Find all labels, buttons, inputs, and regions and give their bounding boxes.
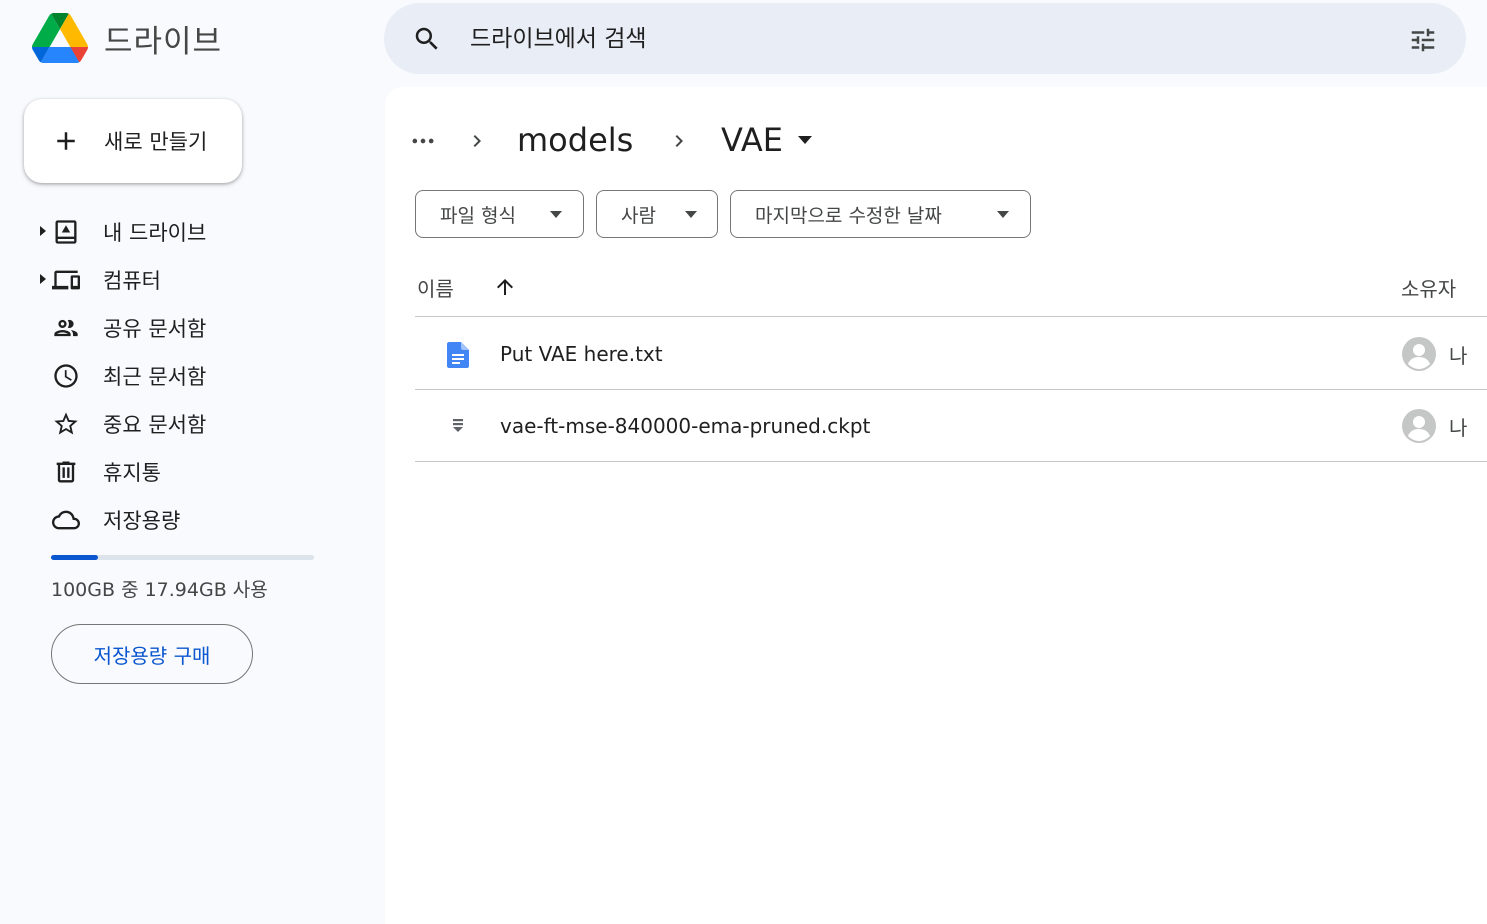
my-drive-icon (55, 220, 77, 244)
drive-app: 드라이브 새로 만들기 내 드라이브 컴퓨터 (0, 0, 1487, 924)
binary-file-icon (453, 419, 463, 432)
filter-people[interactable]: 사람 (596, 190, 718, 238)
sidebar-item-label: 중요 문서함 (103, 413, 207, 437)
dropdown-arrow-icon (685, 211, 697, 218)
plus-icon (57, 132, 75, 150)
filter-label: 마지막으로 수정한 날짜 (755, 205, 942, 227)
sidebar-item-label: 저장용량 (103, 509, 181, 533)
sidebar-item-label: 공유 문서함 (103, 317, 207, 341)
document-icon (447, 342, 469, 368)
cloud-icon (52, 510, 80, 530)
search-icon[interactable] (412, 24, 442, 54)
storage-usage-fill (51, 555, 99, 560)
new-button[interactable]: 새로 만들기 (24, 99, 242, 183)
breadcrumb-current[interactable]: VAE (721, 121, 783, 159)
chevron-right-icon (473, 135, 481, 147)
filter-label: 파일 형식 (440, 205, 516, 227)
sidebar-item-starred[interactable]: 중요 문서함 (0, 398, 370, 446)
file-name[interactable]: Put VAE here.txt (500, 342, 663, 366)
table-row[interactable]: vae-ft-mse-840000-ema-pruned.ckpt 나 (415, 390, 1487, 462)
search-options-icon[interactable] (1408, 25, 1438, 55)
owner-name: 나 (1449, 416, 1468, 440)
file-name[interactable]: vae-ft-mse-840000-ema-pruned.ckpt (500, 414, 870, 438)
drive-logo[interactable] (32, 12, 88, 64)
sidebar-item-my-drive[interactable]: 내 드라이브 (0, 206, 370, 254)
drive-logo-icon (32, 12, 88, 64)
star-icon (54, 412, 78, 435)
sidebar-item-trash[interactable]: 휴지통 (0, 446, 370, 494)
sidebar-item-label: 휴지통 (103, 461, 161, 485)
column-header-owner[interactable]: 소유자 (1401, 273, 1456, 302)
caret-right-icon[interactable] (39, 274, 47, 284)
sidebar-item-computers[interactable]: 컴퓨터 (0, 254, 370, 302)
dropdown-arrow-icon[interactable] (797, 135, 813, 145)
sidebar-item-storage[interactable]: 저장용량 (0, 494, 370, 542)
filter-label: 사람 (621, 205, 656, 227)
shared-icon (54, 319, 78, 337)
dropdown-arrow-icon (997, 211, 1009, 218)
caret-right-icon[interactable] (39, 226, 47, 236)
sidebar-item-label: 내 드라이브 (103, 221, 207, 245)
more-horiz-icon[interactable] (409, 127, 437, 155)
avatar-icon (1402, 337, 1436, 371)
storage-usage-text: 100GB 중 17.94GB 사용 (51, 579, 268, 601)
sidebar-item-recent[interactable]: 최근 문서함 (0, 350, 370, 398)
app-title[interactable]: 드라이브 (104, 16, 222, 61)
new-button-label: 새로 만들기 (104, 130, 208, 154)
column-header-name[interactable]: 이름 (417, 273, 454, 302)
chevron-right-icon (675, 135, 683, 147)
computers-icon (52, 270, 80, 290)
recent-icon (54, 364, 78, 388)
search-input[interactable] (470, 21, 1350, 57)
breadcrumb-parent[interactable]: models (517, 121, 633, 159)
storage-usage-bar (51, 555, 314, 560)
sidebar-item-label: 최근 문서함 (103, 365, 207, 389)
sidebar-item-shared[interactable]: 공유 문서함 (0, 302, 370, 350)
avatar-icon (1402, 409, 1436, 443)
owner-name: 나 (1449, 344, 1468, 368)
search-bar (384, 3, 1466, 74)
table-row[interactable]: Put VAE here.txt 나 (415, 318, 1487, 390)
buy-storage-button[interactable]: 저장용량 구매 (51, 624, 253, 684)
trash-icon (56, 461, 76, 483)
sidebar-item-label: 컴퓨터 (103, 269, 161, 293)
dropdown-arrow-icon (550, 211, 562, 218)
main-panel: models VAE 파일 형식 사람 마지막으로 수정한 날짜 이름 소유자 (385, 87, 1487, 924)
filter-file-type[interactable]: 파일 형식 (415, 190, 584, 238)
table-header: 이름 소유자 (415, 263, 1487, 317)
filter-modified-date[interactable]: 마지막으로 수정한 날짜 (730, 190, 1031, 238)
arrow-up-icon[interactable] (493, 275, 517, 299)
